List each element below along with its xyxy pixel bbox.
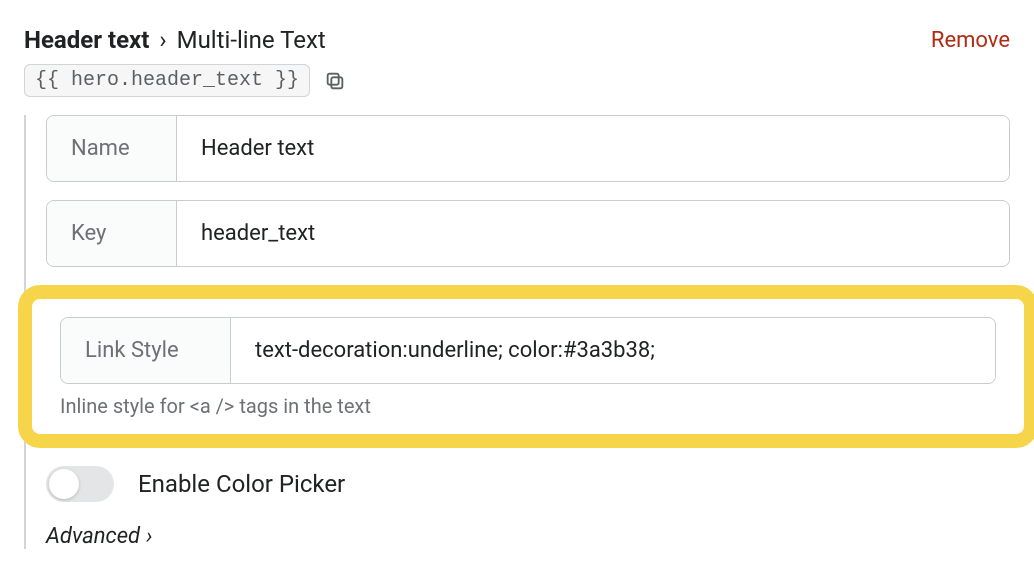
linkstyle-highlight: Link Style Inline style for <a /> tags i… xyxy=(18,285,1034,448)
key-label: Key xyxy=(47,201,177,266)
advanced-toggle[interactable]: Advanced › xyxy=(46,524,1010,549)
liquid-snippet: {{ hero.header_text }} xyxy=(24,64,310,97)
name-label: Name xyxy=(47,116,177,181)
linkstyle-help-text: Inline style for <a /> tags in the text xyxy=(60,394,996,418)
chevron-right-icon: › xyxy=(159,26,166,54)
name-field-row: Name xyxy=(46,115,1010,182)
color-picker-toggle[interactable] xyxy=(46,466,114,502)
form-content: Name Key Link Style Inline style for <a … xyxy=(24,115,1010,549)
copy-icon[interactable] xyxy=(322,68,348,94)
advanced-label: Advanced xyxy=(46,524,140,549)
breadcrumb-title: Header text xyxy=(24,26,149,54)
linkstyle-field-row: Link Style xyxy=(60,317,996,384)
breadcrumb: Header text › Multi-line Text xyxy=(24,26,326,54)
key-field-row: Key xyxy=(46,200,1010,267)
remove-button[interactable]: Remove xyxy=(931,28,1010,53)
color-picker-toggle-row: Enable Color Picker xyxy=(46,466,1010,502)
toggle-knob xyxy=(49,469,79,499)
breadcrumb-type: Multi-line Text xyxy=(177,26,326,54)
chevron-right-icon: › xyxy=(146,524,152,549)
name-input[interactable] xyxy=(177,116,1009,181)
snippet-row: {{ hero.header_text }} xyxy=(24,64,1010,97)
linkstyle-input[interactable] xyxy=(231,318,995,383)
key-input[interactable] xyxy=(177,201,1009,266)
linkstyle-label: Link Style xyxy=(61,318,231,383)
color-picker-toggle-label: Enable Color Picker xyxy=(138,470,345,498)
header-row: Header text › Multi-line Text Remove xyxy=(24,26,1010,54)
